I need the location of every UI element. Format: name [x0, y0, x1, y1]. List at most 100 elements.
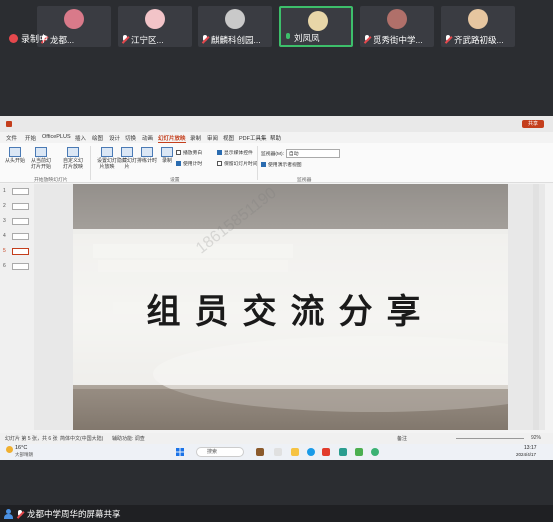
participant-name: 江宁区... [131, 34, 164, 45]
slide-title[interactable]: 组员交流分享 [73, 284, 508, 333]
avatar [308, 11, 328, 31]
slide-thumbnail[interactable] [12, 233, 29, 240]
participant-label: 龙都... [37, 32, 111, 47]
menu-tab[interactable]: 设计 [109, 134, 120, 142]
menu-tab[interactable]: 文件 [6, 134, 17, 142]
slide-thumbnail[interactable] [12, 263, 29, 270]
meeting-app-icon[interactable] [339, 448, 347, 456]
slide-number: 5 [3, 248, 6, 254]
shared-screen-powerpoint: 共享 文件 开始 OfficePLUS 插入 绘图 设计 切换 动画 幻灯片放映 录制 审阅 视图 PD… [0, 116, 553, 444]
weather-icon[interactable] [6, 446, 13, 453]
slide[interactable]: 组员交流分享 18615851190 [73, 184, 508, 430]
mic-muted-icon [121, 35, 129, 44]
menu-tab[interactable]: PDF工具集 [239, 134, 267, 142]
clock-date[interactable]: 2024/4/17 [516, 452, 536, 457]
accessibility-status[interactable]: 辅助功能: 调查 [112, 435, 145, 442]
menu-tab[interactable]: 录制 [190, 134, 201, 142]
participant-label: 觅秀街中学... [360, 32, 434, 47]
recording-indicator[interactable]: 录制中 [9, 31, 48, 46]
menu-tab[interactable]: 视图 [223, 134, 234, 142]
app-icon[interactable] [256, 448, 264, 456]
participant-tile[interactable]: 麒麟科创园... [198, 6, 272, 47]
slide-thumbnail-pane: 1 2 3 4 5 6 [0, 184, 34, 430]
slide-thumbnail[interactable] [12, 188, 29, 195]
ribbon-checkbox[interactable]: 播放旁白 [176, 149, 202, 156]
record-icon [9, 34, 18, 43]
ppt-statusbar: 幻灯片 第 5 张，共 6 张 简体中文(中国大陆) 辅助功能: 调查 备注 9… [0, 433, 553, 444]
presenter-view-checkbox[interactable]: 使用演示者视图 [261, 161, 302, 168]
share-button[interactable]: 共享 [522, 120, 544, 128]
taskview-icon[interactable] [274, 448, 282, 456]
mic-muted-icon [444, 35, 452, 44]
presenter-view-label: 使用演示者视图 [268, 163, 302, 168]
windows-start-icon[interactable] [176, 448, 184, 456]
slide-thumbnail[interactable] [12, 203, 29, 210]
language-status[interactable]: 简体中文(中国大陆) [60, 435, 103, 442]
weather-temp[interactable]: 16°C [15, 445, 27, 451]
edge-icon[interactable] [307, 448, 315, 456]
participant-name: 刘凤凤 [294, 32, 320, 43]
checkbox-label: 播放旁白 [183, 151, 203, 156]
vertical-scrollbar[interactable] [533, 184, 539, 430]
ribbon-button-label: 从当前幻灯片开始 [30, 158, 51, 170]
ribbon-checkbox[interactable]: 显示媒体控件 [217, 149, 253, 156]
avatar [468, 9, 488, 29]
participant-label: 江宁区... [118, 32, 192, 47]
ribbon-button[interactable]: 设置幻灯片放映 [96, 147, 118, 170]
mic-muted-icon [16, 509, 24, 519]
avatar [145, 9, 165, 29]
slideshow-icon [9, 147, 21, 157]
weather-desc: 大部晴朗 [15, 452, 33, 457]
menu-tab[interactable]: 动画 [142, 134, 153, 142]
ribbon-button[interactable]: 录制 [156, 147, 178, 164]
slide-thumbnail[interactable] [12, 248, 29, 255]
ribbon-button[interactable]: 从当前幻灯片开始 [30, 147, 52, 170]
menu-tab[interactable]: 幻灯片放映 [158, 134, 186, 143]
ribbon-button-label: 录制 [161, 158, 172, 164]
zoom-slider[interactable] [456, 438, 524, 439]
ppt-titlebar: 共享 [0, 116, 553, 132]
mic-muted-icon [201, 35, 209, 44]
ribbon-checkbox[interactable]: 使用计时 [176, 160, 202, 167]
clock-time[interactable]: 13:17 [524, 445, 537, 451]
menu-tab[interactable]: 切换 [125, 134, 136, 142]
slideshow-icon [161, 147, 173, 157]
notes-button[interactable]: 备注 [397, 435, 407, 442]
mic-muted-icon [363, 35, 371, 44]
menu-tab[interactable]: OfficePLUS [42, 134, 71, 140]
ribbon-button[interactable]: 从头开始 [4, 147, 26, 164]
checkbox-icon [176, 161, 181, 166]
participant-tile[interactable]: 龙都... [37, 6, 111, 47]
ribbon-button[interactable]: 自定义幻灯片放映 [62, 147, 84, 170]
monitor-select[interactable]: 监视器(M): 自动 [261, 149, 340, 158]
checkbox-label: 显示媒体控件 [224, 151, 253, 156]
ribbon-button-label: 从头开始 [4, 158, 25, 164]
menu-tab[interactable]: 开始 [25, 134, 36, 142]
participant-tile[interactable]: 齐武路初级... [441, 6, 515, 47]
wechat-icon[interactable] [355, 448, 363, 456]
ribbon-button-label: 自定义幻灯片放映 [62, 158, 83, 170]
chrome-icon[interactable] [371, 448, 379, 456]
file-explorer-icon[interactable] [291, 448, 299, 456]
menu-tab[interactable]: 审阅 [207, 134, 218, 142]
ribbon-button[interactable]: 排练计时 [136, 147, 158, 164]
ribbon-checkbox[interactable]: 保留幻灯片时间 [217, 160, 258, 167]
slide-thumbnail[interactable] [12, 218, 29, 225]
menu-tab[interactable]: 帮助 [270, 134, 281, 142]
slide-number: 6 [3, 263, 6, 269]
menu-tab[interactable]: 绘图 [92, 134, 103, 142]
participant-name: 麒麟科创园... [211, 34, 261, 45]
slide-number: 1 [3, 188, 6, 194]
participant-tile[interactable]: 觅秀街中学... [360, 6, 434, 47]
menu-tab[interactable]: 插入 [75, 134, 86, 142]
avatar [225, 9, 245, 29]
slideshow-icon [67, 147, 79, 157]
ribbon-button[interactable]: 隐藏幻灯片 [116, 147, 138, 170]
participant-tile[interactable]: 刘凤凤 [279, 6, 353, 47]
zoom-level[interactable]: 92% [531, 435, 541, 441]
participant-tile[interactable]: 江宁区... [118, 6, 192, 47]
group-label-monitor: 监视器 [297, 178, 312, 183]
taskbar-search[interactable]: 搜索 [196, 447, 244, 457]
powerpoint-icon[interactable] [322, 448, 330, 456]
screen-share-bar: 龙都中学周华的屏幕共享 [0, 505, 553, 522]
